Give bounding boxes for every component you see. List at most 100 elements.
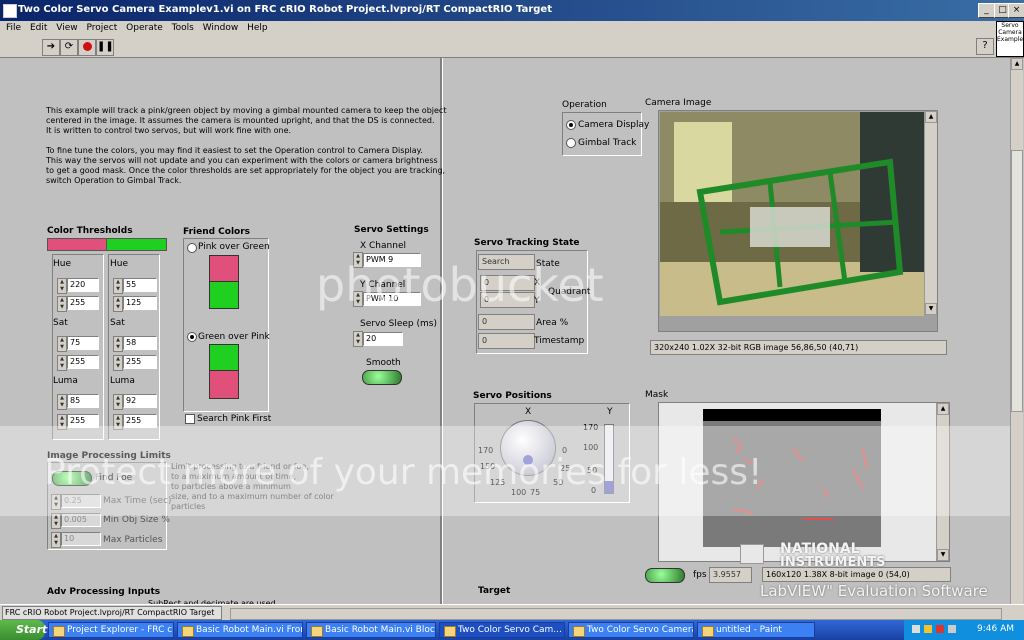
green-hue-min-field[interactable]: 55 [123, 278, 157, 292]
run-arrow-icon[interactable]: ➔ [42, 39, 60, 56]
smooth-toggle[interactable] [362, 370, 402, 385]
green-luma-min-spinner[interactable]: ▲ ▼ [113, 394, 123, 410]
green-sat-max-field[interactable]: 255 [123, 355, 157, 369]
search-pink-first-label: Search Pink First [197, 414, 272, 424]
start-button[interactable]: Start [0, 620, 47, 640]
x-channel-label: X Channel [360, 241, 406, 251]
pink-hue-max-field[interactable]: 255 [67, 296, 99, 310]
menu-edit[interactable]: Edit [30, 23, 47, 33]
pink-luma-min-spinner[interactable]: ▲ ▼ [57, 394, 67, 410]
tray-security-icon[interactable] [924, 625, 932, 633]
pink-over-green-label: Pink over Green [198, 242, 270, 252]
close-button[interactable]: × [1008, 3, 1024, 18]
task-two-color-servo-cam[interactable]: Two Color Servo Cam... [439, 622, 565, 638]
scroll-thumb[interactable] [1011, 150, 1023, 412]
operation-title: Operation [562, 100, 607, 110]
pink-sat-max-spinner[interactable]: ▲ ▼ [57, 355, 67, 371]
pink-hue-max-spinner[interactable]: ▲ ▼ [57, 296, 67, 312]
timestamp-label: Timestamp [534, 336, 585, 346]
pink-luma-min-field[interactable]: 85 [67, 394, 99, 408]
servo-sleep-spinner[interactable]: ▲ ▼ [353, 331, 363, 347]
green-hue-max-field[interactable]: 125 [123, 296, 157, 310]
task-basic-robot-front[interactable]: Basic Robot Main.vi Fron... [177, 622, 303, 638]
camera-image-status: 320x240 1.02X 32-bit RGB image 56,86,50 … [650, 340, 947, 355]
window-title: Two Color Servo Camera Examplev1.vi on F… [18, 4, 552, 15]
green-hue-label: Hue [110, 259, 129, 269]
abort-icon[interactable] [78, 39, 96, 56]
watermark-top: photobucket [316, 258, 604, 312]
adv-processing-title: Adv Processing Inputs [47, 587, 161, 597]
menu-window[interactable]: Window [203, 23, 239, 33]
tray-network-icon[interactable] [912, 625, 920, 633]
menu-view[interactable]: View [56, 23, 77, 33]
help-button[interactable]: ? [976, 38, 994, 55]
mask-title: Mask [645, 390, 669, 400]
max-particles-field[interactable]: 10 [61, 532, 101, 546]
target-title: Target [478, 586, 511, 596]
green-color-swatch[interactable] [106, 238, 167, 251]
pink-over-green-radio[interactable] [187, 243, 197, 253]
search-pink-first-checkbox[interactable] [185, 414, 195, 424]
fps-label: fps [693, 570, 707, 580]
watermark-bottom: Protect more of your memories for less! [44, 452, 763, 493]
pink-sat-max-field[interactable]: 255 [67, 355, 99, 369]
green-over-pink-radio[interactable] [187, 332, 197, 342]
title-bar: Two Color Servo Camera Examplev1.vi on F… [0, 0, 1024, 21]
pink-over-green-top-swatch [209, 255, 239, 283]
color-thresholds-title: Color Thresholds [47, 226, 133, 236]
tray-alert-icon[interactable] [936, 625, 944, 633]
menu-file[interactable]: File [6, 23, 21, 33]
servo-positions-title: Servo Positions [473, 391, 552, 401]
green-hue-max-spinner[interactable]: ▲ ▼ [113, 296, 123, 312]
menu-operate[interactable]: Operate [126, 23, 163, 33]
tray-volume-icon[interactable] [948, 625, 956, 633]
max-particles-label: Max Particles [103, 535, 163, 545]
status-bar-target: FRC cRIO Robot Project.lvproj/RT Compact… [2, 606, 222, 620]
green-sat-min-spinner[interactable]: ▲ ▼ [113, 336, 123, 352]
servo-y-label: Y [607, 407, 613, 417]
operation-radio-group [562, 112, 642, 156]
vi-icon: Servo Camera Example [996, 21, 1024, 57]
camera-image-title: Camera Image [645, 98, 712, 108]
camera-image-display[interactable]: ▲ ▼ [658, 110, 938, 332]
description-text: This example will track a pink/green obj… [46, 106, 447, 185]
camera-photo-icon [660, 112, 924, 316]
pink-hue-min-field[interactable]: 220 [67, 278, 99, 292]
camera-display-radio[interactable] [566, 120, 576, 130]
task-basic-robot-block[interactable]: Basic Robot Main.vi Block... [306, 622, 436, 638]
pink-color-swatch[interactable] [47, 238, 107, 251]
scroll-up-icon[interactable]: ▲ [1011, 58, 1023, 70]
area-label: Area % [536, 318, 569, 328]
green-over-pink-bottom-swatch [209, 370, 239, 399]
green-over-pink-top-swatch [209, 344, 239, 372]
green-sat-min-field[interactable]: 58 [123, 336, 157, 350]
camera-image-scrollbar[interactable]: ▲ ▼ [924, 111, 937, 315]
menu-tools[interactable]: Tools [172, 23, 194, 33]
task-project-explorer[interactable]: Project Explorer - FRC c... [48, 622, 174, 638]
max-particles-spinner[interactable]: ▲ ▼ [51, 532, 61, 548]
mask-display-toggle[interactable] [645, 568, 685, 583]
status-bar: FRC cRIO Robot Project.lvproj/RT Compact… [0, 604, 1024, 621]
pink-sat-min-field[interactable]: 75 [67, 336, 99, 350]
labview-app-icon [3, 4, 17, 18]
pink-luma-label: Luma [53, 376, 78, 386]
gimbal-track-radio[interactable] [566, 138, 576, 148]
panel-scrollbar[interactable]: ▲ [1010, 58, 1023, 604]
pause-icon[interactable]: ❚❚ [96, 39, 114, 56]
horizontal-scrollbar[interactable] [230, 608, 1002, 620]
toolbar: ➔ ⟳ ❚❚ ? Servo Camera Example [0, 21, 1024, 58]
menu-help[interactable]: Help [247, 23, 268, 33]
menu-project[interactable]: Project [86, 23, 117, 33]
run-continuously-icon[interactable]: ⟳ [60, 39, 78, 56]
minimize-button[interactable]: _ [978, 3, 995, 18]
green-hue-min-spinner[interactable]: ▲ ▼ [113, 278, 123, 294]
pink-sat-min-spinner[interactable]: ▲ ▼ [57, 336, 67, 352]
green-luma-min-field[interactable]: 92 [123, 394, 157, 408]
pink-hue-label: Hue [53, 259, 72, 269]
green-sat-max-spinner[interactable]: ▲ ▼ [113, 355, 123, 371]
task-untitled-paint[interactable]: untitled - Paint [697, 622, 815, 638]
pink-hue-min-spinner[interactable]: ▲ ▼ [57, 278, 67, 294]
task-two-color-servo-camera[interactable]: Two Color Servo Camera... [568, 622, 694, 638]
servo-sleep-field[interactable]: 20 [363, 332, 403, 346]
green-sat-label: Sat [110, 318, 125, 328]
